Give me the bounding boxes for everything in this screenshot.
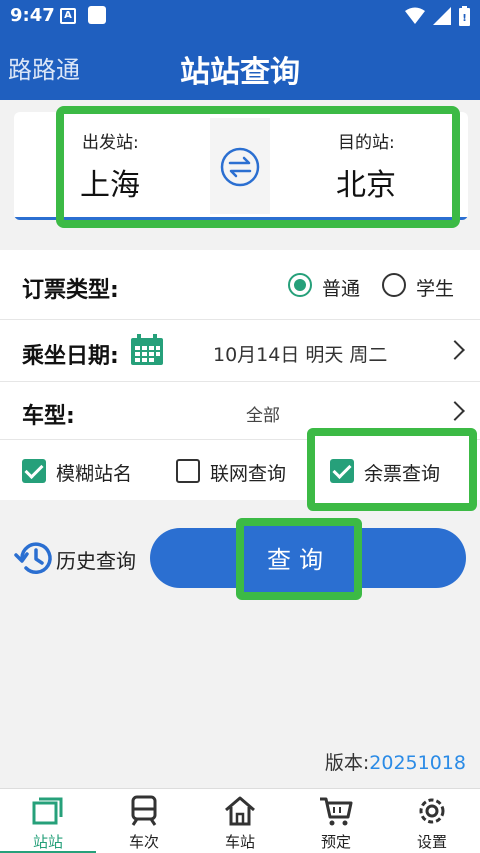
query-button[interactable]: 查询 [244,540,354,575]
checkbox-remaining-tickets[interactable] [330,459,354,483]
to-station-label: 目的站: [338,133,395,153]
radio-student[interactable] [382,273,406,297]
checkbox-remaining-tickets-label[interactable]: 余票查询 [364,459,440,486]
checkbox-fuzzy-station-label[interactable]: 模糊站名 [56,459,132,486]
history-icon[interactable] [14,538,54,578]
tab-label-settings: 设置 [416,833,447,851]
notification-a-icon: A [60,8,76,24]
from-station-label: 出发站: [82,133,139,153]
page-title: 站站查询 [180,55,300,90]
status-bar: 9:47 A ! [0,0,480,34]
version-prefix: 版本: [324,752,370,774]
notification-square-icon [88,6,106,24]
version-number: 20251018 [369,752,466,774]
car-type-value[interactable]: 全部 [246,401,280,426]
radio-normal[interactable] [288,273,312,297]
cart-icon [320,797,353,826]
from-station-value[interactable]: 上海 [80,160,140,204]
checkbox-online-query[interactable] [176,459,200,483]
to-station-value[interactable]: 北京 [336,160,396,204]
signal-icon [433,7,451,25]
checkbox-online-query-label[interactable]: 联网查询 [210,459,286,486]
station-to-station-icon [32,797,63,825]
app-bar: 路路通 站站查询 [0,34,480,100]
wifi-icon [405,7,425,24]
tab-train[interactable]: 车次 [96,789,192,853]
tab-label-booking: 预定 [320,833,351,851]
calendar-icon[interactable] [130,334,164,366]
date-label: 乘坐日期: [22,344,119,369]
train-icon [131,795,157,826]
tab-label-station: 车站 [224,833,255,851]
ticket-type-label: 订票类型: [22,278,119,303]
radio-normal-label[interactable]: 普通 [322,274,360,301]
home-station-icon [225,796,255,826]
date-value[interactable]: 10月14日 明天 周二 [213,340,387,367]
svg-text:!: ! [462,13,467,24]
status-time: 9:47 [10,5,55,26]
tab-station[interactable]: 车站 [192,789,288,853]
radio-student-label[interactable]: 学生 [416,274,454,301]
tab-station-to-station[interactable]: 站站 [0,789,96,853]
tab-settings[interactable]: 设置 [384,789,480,853]
swap-stations-icon[interactable] [220,147,260,187]
tab-label-train: 车次 [128,833,159,851]
version-info: 版本:20251018 [325,748,466,775]
tab-label-station-to-station: 站站 [32,833,63,851]
status-icons: ! [405,6,470,26]
history-query-link[interactable]: 历史查询 [56,545,136,574]
checkbox-fuzzy-station[interactable] [22,459,46,483]
bottom-tab-bar: 站站 车次 车站 预定 设置 [0,788,480,853]
gear-icon [419,798,445,824]
car-type-label: 车型: [22,404,75,429]
battery-icon: ! [459,6,470,26]
tab-booking[interactable]: 预定 [288,789,384,853]
